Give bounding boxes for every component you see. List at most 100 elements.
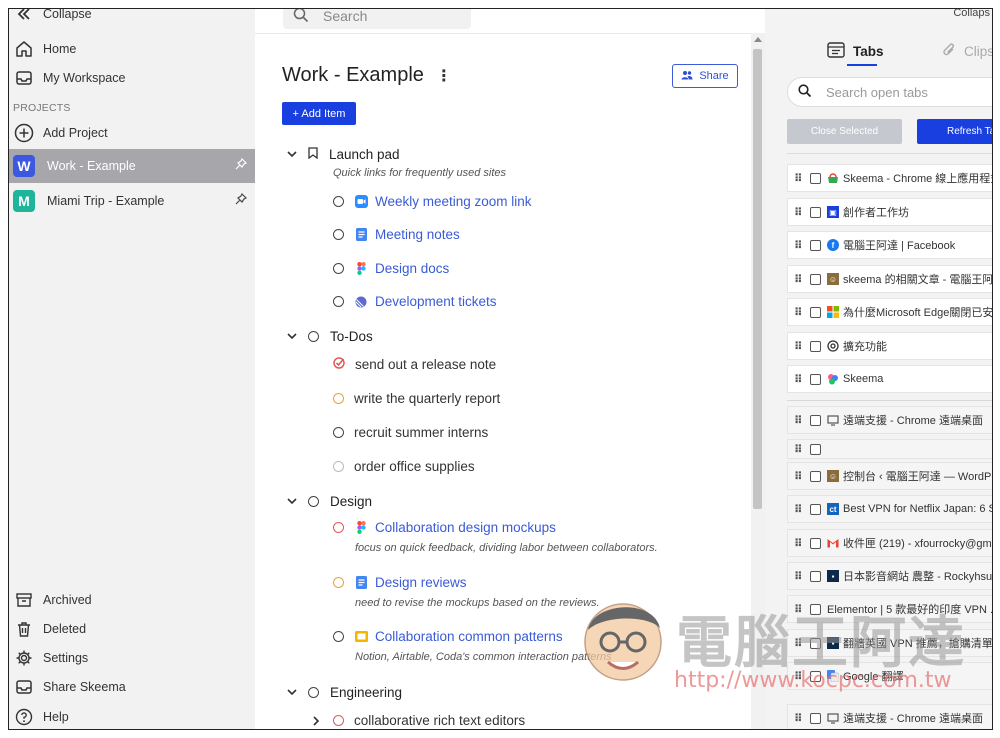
share-button[interactable]: Share	[672, 64, 738, 88]
tab-row[interactable]: ⠿	[787, 439, 992, 459]
sidebar-item-deleted[interactable]: Deleted	[9, 615, 255, 643]
status-circle[interactable]	[333, 522, 344, 533]
tab-checkbox[interactable]	[810, 340, 821, 352]
list-item[interactable]: Collaboration design mockups	[333, 520, 556, 535]
status-circle[interactable]	[333, 296, 344, 307]
list-item[interactable]: write the quarterly report	[333, 391, 500, 406]
status-circle[interactable]	[308, 687, 319, 698]
sidebar-item-archived[interactable]: Archived	[9, 586, 255, 614]
list-item[interactable]: collaborative rich text editors	[309, 713, 525, 728]
list-item[interactable]: Development tickets	[333, 294, 497, 309]
tab-row[interactable]: ⠿ Elementor | 5 款最好的印度 VPN .	[787, 595, 992, 623]
section-design[interactable]: Design	[285, 494, 372, 509]
tab-checkbox[interactable]	[810, 503, 821, 515]
search-input[interactable]: Search	[283, 9, 471, 29]
drag-handle-icon[interactable]: ⠿	[794, 712, 806, 725]
tab-row[interactable]: ⠿ 遠端支援 - Chrome 遠端桌面	[787, 704, 992, 729]
tab-row[interactable]: ⠿ 遠端支援 - Chrome 遠端桌面	[787, 406, 992, 434]
drag-handle-icon[interactable]: ⠿	[794, 470, 806, 483]
more-vertical-icon[interactable]: ⋮	[436, 66, 452, 86]
sidebar-project-work[interactable]: W Work - Example	[9, 149, 255, 183]
tab-checkbox[interactable]	[810, 239, 821, 251]
chevron-down-icon[interactable]	[285, 148, 299, 162]
tab-clips[interactable]: Clips	[942, 42, 992, 61]
scrollbar-thumb[interactable]	[753, 49, 762, 509]
tab-checkbox[interactable]	[810, 206, 821, 218]
drag-handle-icon[interactable]: ⠿	[794, 637, 806, 650]
link-text[interactable]: Design reviews	[375, 575, 467, 590]
link-text[interactable]: Collaboration design mockups	[375, 520, 556, 535]
sidebar-item-home[interactable]: Home	[9, 35, 255, 63]
pin-icon[interactable]	[235, 157, 248, 173]
tab-row[interactable]: ⠿ 為什麼Microsoft Edge關閉已安...	[787, 298, 992, 326]
status-circle[interactable]	[333, 263, 344, 274]
tab-row[interactable]: ⠿ Google 翻譯	[787, 662, 992, 690]
tab-row[interactable]: ⠿ 擴充功能	[787, 332, 992, 360]
chevron-down-icon[interactable]	[285, 495, 299, 509]
list-item[interactable]: Design reviews	[333, 575, 467, 590]
list-item[interactable]: recruit summer interns	[333, 425, 488, 440]
refresh-tabs-button[interactable]: Refresh Tabs	[917, 119, 992, 144]
drag-handle-icon[interactable]: ⠿	[794, 603, 806, 616]
tab-row[interactable]: ⠿ ☺ skeema 的相關文章 - 電腦王阿達	[787, 265, 992, 293]
tab-checkbox[interactable]	[810, 273, 821, 285]
drag-handle-icon[interactable]: ⠿	[794, 239, 806, 252]
tab-row[interactable]: ⠿ Skeema	[787, 365, 992, 393]
section-launch-pad[interactable]: Launch pad	[285, 147, 400, 162]
tab-tabs[interactable]: Tabs	[827, 42, 884, 61]
tab-row[interactable]: ⠿ ▣ 創作者工作坊	[787, 198, 992, 226]
status-circle[interactable]	[333, 715, 344, 726]
drag-handle-icon[interactable]: ⠿	[794, 373, 806, 386]
add-project-button[interactable]: Add Project	[9, 119, 255, 147]
drag-handle-icon[interactable]: ⠿	[794, 206, 806, 219]
tab-checkbox[interactable]	[810, 712, 821, 724]
list-item[interactable]: Weekly meeting zoom link	[333, 194, 532, 209]
tab-row[interactable]: ⠿ ▪ 日本影音網站 農整 - Rockyhsu	[787, 562, 992, 590]
check-circle-icon[interactable]	[333, 357, 345, 372]
close-selected-button[interactable]: Close Selected	[787, 119, 902, 144]
link-text[interactable]: Development tickets	[375, 294, 497, 309]
tab-checkbox[interactable]	[810, 414, 821, 426]
tab-row[interactable]: ⠿ 收件匣 (219) - xfourrocky@gmai	[787, 529, 992, 557]
status-circle[interactable]	[333, 427, 344, 438]
tab-row[interactable]: ⠿ ☺ 控制台 ‹ 電腦王阿達 — WordPre	[787, 462, 992, 490]
sidebar-item-help[interactable]: Help	[9, 703, 255, 729]
status-circle[interactable]	[333, 461, 344, 472]
sidebar-item-workspace[interactable]: My Workspace	[9, 64, 255, 92]
list-item[interactable]: Meeting notes	[333, 227, 460, 242]
task-text[interactable]: send out a release note	[355, 357, 496, 372]
tab-checkbox[interactable]	[810, 470, 821, 482]
tab-checkbox[interactable]	[810, 637, 821, 649]
status-circle[interactable]	[333, 229, 344, 240]
task-text[interactable]: recruit summer interns	[354, 425, 488, 440]
scroll-up-arrow-icon[interactable]	[754, 37, 762, 42]
list-item[interactable]: order office supplies	[333, 459, 475, 474]
drag-handle-icon[interactable]: ⠿	[794, 503, 806, 516]
link-text[interactable]: Weekly meeting zoom link	[375, 194, 532, 209]
task-text[interactable]: order office supplies	[354, 459, 475, 474]
chevron-down-icon[interactable]	[285, 686, 299, 700]
drag-handle-icon[interactable]: ⠿	[794, 172, 806, 185]
sidebar-item-settings[interactable]: Settings	[9, 644, 255, 672]
list-item[interactable]: Design docs	[333, 261, 449, 276]
tab-row[interactable]: ⠿ ▪ 翻牆英國 VPN 推薦，搶購清單	[787, 629, 992, 657]
list-item[interactable]: send out a release note	[333, 357, 496, 372]
tab-checkbox[interactable]	[810, 306, 821, 318]
link-text[interactable]: Collaboration common patterns	[375, 629, 563, 644]
chevron-right-icon[interactable]	[309, 714, 323, 728]
chevron-down-icon[interactable]	[285, 330, 299, 344]
tab-checkbox[interactable]	[810, 172, 821, 184]
drag-handle-icon[interactable]: ⠿	[794, 340, 806, 353]
status-circle[interactable]	[308, 331, 319, 342]
list-item[interactable]: Collaboration common patterns	[333, 629, 563, 644]
section-todos[interactable]: To-Dos	[285, 329, 373, 344]
main-scrollbar[interactable]	[751, 33, 765, 729]
add-item-button[interactable]: + Add Item	[282, 102, 356, 125]
drag-handle-icon[interactable]: ⠿	[794, 273, 806, 286]
section-engineering[interactable]: Engineering	[285, 685, 402, 700]
drag-handle-icon[interactable]: ⠿	[794, 537, 806, 550]
tab-row[interactable]: ⠿ f 電腦王阿達 | Facebook	[787, 231, 992, 259]
search-open-tabs-input[interactable]: Search open tabs	[787, 77, 992, 107]
task-text[interactable]: collaborative rich text editors	[354, 713, 525, 728]
drag-handle-icon[interactable]: ⠿	[794, 670, 806, 683]
